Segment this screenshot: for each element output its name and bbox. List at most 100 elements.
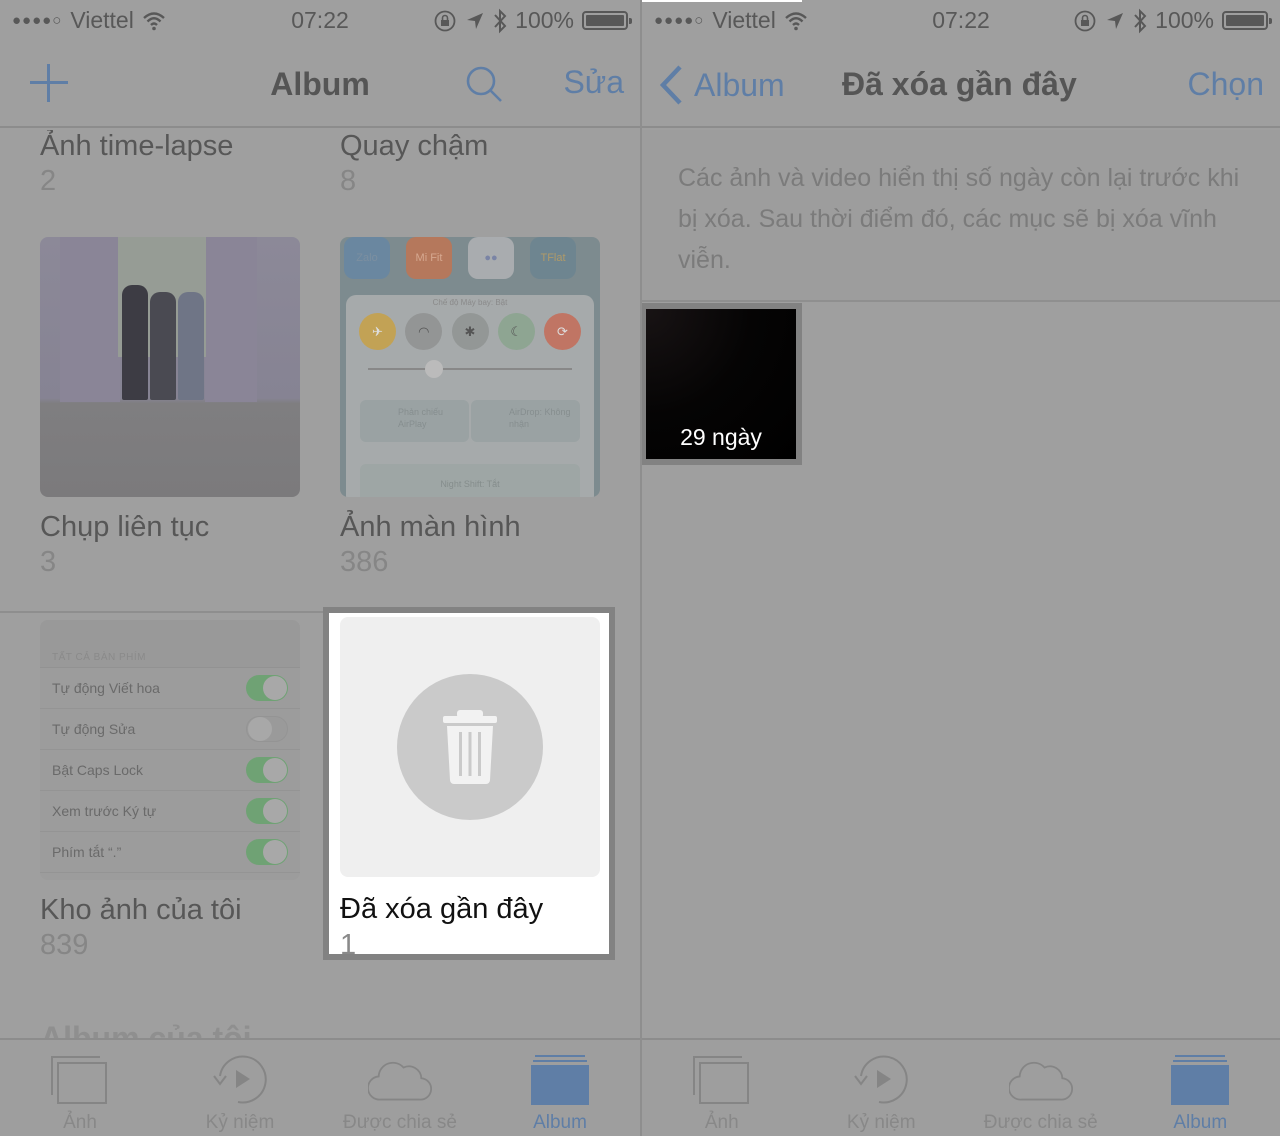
tab-label: Kỷ niệm: [846, 1112, 916, 1133]
control-center-panel: Chế độ Máy bay: Bật ✈ ◠ ✱ ☾ ⟳ Phản chiếu…: [346, 295, 594, 497]
album-thumbnail: [340, 617, 600, 877]
brightness-knob: [425, 360, 444, 378]
albums-icon: [1171, 1055, 1230, 1105]
trash-circle: [397, 674, 543, 820]
album-name: Kho ảnh của tôi: [40, 894, 242, 926]
battery-fill: [586, 15, 624, 26]
toggle-off: [246, 716, 288, 742]
tab-memories[interactable]: Kỷ niệm: [160, 1040, 320, 1136]
wifi-icon: ◠: [405, 313, 443, 350]
photo-people: [122, 285, 212, 400]
bluetooth-icon: ✱: [451, 313, 489, 350]
chevron-left-icon: [659, 65, 682, 105]
airdrop-tile: AirDrop: Không nhận: [471, 400, 580, 442]
nav-bar: Album Đã xóa gần đây Chọn: [642, 42, 1280, 128]
carrier-group: ●●●●○ Viettel: [12, 7, 166, 34]
photo-detail: [205, 237, 257, 402]
settings-label: Bật Caps Lock: [52, 762, 144, 778]
recently-deleted-screen: ●●●●○ Viettel 07:22 100% Album Đã xóa gầ…: [640, 0, 1280, 1136]
photo-detail: [60, 237, 120, 402]
album-screenshots[interactable]: Zalo Mi Fit ●● TFlat Chế độ Máy bay: Bật…: [340, 237, 600, 579]
album-thumbnail: TẤT CẢ BÀN PHÍM Tự động Viết hoa Tự động…: [40, 620, 300, 880]
photo-detail: [178, 292, 204, 400]
app-icon: Zalo: [344, 237, 390, 279]
album-name: Chụp liên tục: [40, 511, 210, 543]
tab-bar: Ảnh Kỷ niệm Được chia sẻ Album: [0, 1038, 640, 1136]
tab-shared[interactable]: Được chia sẻ: [320, 1040, 480, 1136]
album-count: 3: [40, 546, 57, 578]
album-name: Đã xóa gần đây: [340, 893, 544, 925]
wifi-icon: [143, 11, 165, 30]
rotation-lock-icon: [434, 10, 456, 31]
battery-fill: [1226, 15, 1264, 26]
carrier-name: Viettel: [712, 7, 776, 33]
rotation-lock-icon: ⟳: [544, 313, 581, 350]
tab-label: Được chia sẻ: [343, 1112, 457, 1133]
moon-icon: ☾: [497, 313, 535, 350]
row-separator: [0, 611, 323, 613]
location-icon: [1107, 12, 1124, 29]
memories-icon: [213, 1055, 267, 1104]
toggle-on: [246, 675, 288, 701]
select-button[interactable]: Chọn: [1188, 66, 1265, 103]
album-my-photo-stream[interactable]: TẤT CẢ BÀN PHÍM Tự động Viết hoa Tự động…: [40, 620, 300, 962]
tab-albums[interactable]: Album: [480, 1040, 640, 1136]
page-title: Đã xóa gần đây: [842, 66, 1077, 102]
photos-icon: [51, 1056, 107, 1104]
album-count: 8: [340, 165, 357, 197]
night-shift-tile: Night Shift: Tắt: [360, 464, 580, 497]
app-icon: Mi Fit: [406, 237, 452, 279]
home-app-icons: Zalo Mi Fit ●● TFlat: [340, 237, 600, 297]
edit-button[interactable]: Sửa: [563, 64, 624, 101]
back-label: Album: [694, 66, 785, 103]
tab-label: Album: [1173, 1112, 1228, 1133]
location-icon: [467, 12, 484, 29]
airplay-airdrop-tiles: Phản chiếu AirPlay AirDrop: Không nhận: [360, 400, 580, 442]
settings-row: Tự động Sửa: [40, 709, 300, 750]
album-count: 386: [340, 546, 389, 578]
tab-label: Được chia sẻ: [983, 1112, 1098, 1133]
carrier-name: Viettel: [70, 7, 134, 33]
airplay-tile: Phản chiếu AirPlay: [360, 400, 469, 442]
battery-percent: 100%: [515, 7, 574, 33]
deleted-photo-item[interactable]: 29 ngày: [642, 303, 802, 465]
memories-icon: [854, 1055, 908, 1104]
status-right: 100%: [1073, 7, 1272, 34]
tab-memories[interactable]: Kỷ niệm: [802, 1040, 962, 1136]
signal-icon: ●●●●○: [654, 12, 705, 29]
settings-label: Xem trước Ký tự: [52, 803, 157, 819]
album-name: Ảnh time-lapse: [40, 130, 234, 162]
album-timelapse[interactable]: Ảnh time-lapse 2: [40, 130, 300, 198]
settings-row: Xem trước Ký tự: [40, 791, 300, 832]
album-recently-deleted[interactable]: Đã xóa gần đây 1: [323, 607, 615, 961]
days-remaining: 29 ngày: [680, 424, 762, 450]
tab-albums[interactable]: Album: [1121, 1040, 1280, 1136]
search-icon[interactable]: [464, 64, 504, 104]
photo-detail: [122, 285, 148, 400]
nav-bar: Album Sửa: [0, 42, 640, 128]
back-button[interactable]: Album: [658, 64, 785, 106]
tab-photos[interactable]: Ảnh: [642, 1040, 802, 1136]
status-bar: ●●●●○ Viettel 07:22 100%: [0, 0, 640, 42]
status-bar: ●●●●○ Viettel 07:22 100%: [642, 0, 1280, 42]
tab-bar: Ảnh Kỷ niệm Được chia sẻ Album: [642, 1038, 1280, 1136]
toggle-buttons: ✈ ◠ ✱ ☾ ⟳: [346, 307, 594, 350]
settings-label: Tự động Viết hoa: [52, 680, 160, 696]
album-count: 839: [40, 929, 89, 961]
shared-cloud-icon: [1008, 1061, 1073, 1101]
toggle-on: [246, 798, 288, 824]
album-grid: Ảnh time-lapse 2 Quay chậm 8 Chụp liên t…: [0, 130, 640, 1038]
tab-label: Ảnh: [63, 1112, 97, 1133]
bluetooth-icon: [1134, 8, 1147, 33]
photo-detail: [150, 292, 176, 400]
album-slow-motion[interactable]: Quay chậm 8: [340, 130, 600, 198]
battery-icon: [582, 11, 632, 30]
album-bursts[interactable]: Chụp liên tục 3: [40, 237, 300, 579]
settings-header: TẤT CẢ BÀN PHÍM: [40, 620, 300, 668]
app-icon: TFlat: [530, 237, 576, 279]
section-title-my-albums: Album của tôi: [40, 1020, 252, 1038]
tab-shared[interactable]: Được chia sẻ: [961, 1040, 1121, 1136]
brightness-slider: [368, 360, 572, 378]
tab-photos[interactable]: Ảnh: [0, 1040, 160, 1136]
signal-icon: ●●●●○: [12, 12, 63, 29]
